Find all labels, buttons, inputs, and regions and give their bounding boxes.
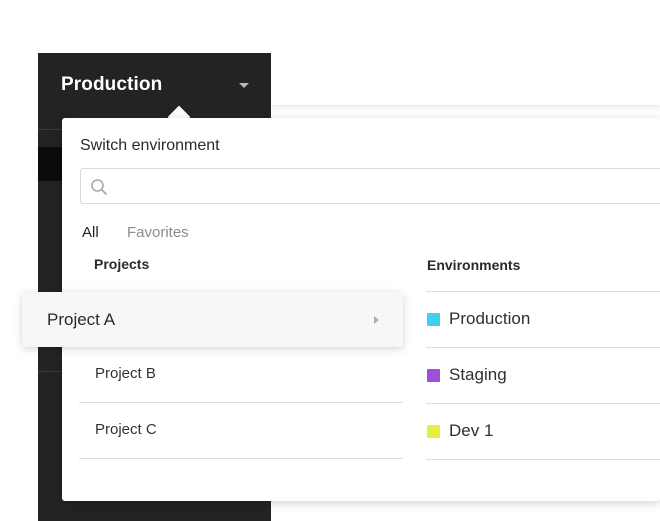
environment-row-staging[interactable]: Staging [426,349,660,401]
environment-label: Production [449,309,531,328]
environment-color-swatch [427,312,440,326]
current-environment-label: Production [61,74,163,95]
search-input[interactable] [115,169,655,203]
tab-favorites[interactable]: Favorites [127,224,189,241]
environment-label: Dev 1 [449,421,494,440]
projects-column-header: Projects [94,256,150,272]
environment-selector[interactable]: Production [38,53,271,117]
project-label: Project A [47,309,116,329]
main-topbar [271,53,660,105]
tab-all[interactable]: All [82,224,99,241]
row-divider [426,459,660,460]
search-box[interactable] [80,168,660,204]
chevron-down-icon [239,82,249,88]
environment-row-dev-1[interactable]: Dev 1 [426,405,660,457]
environment-row-production[interactable]: Production [426,293,660,345]
environment-label: Staging [449,365,507,384]
row-divider [79,458,403,459]
environments-column-header: Environments [427,257,521,273]
search-icon [91,179,107,195]
row-divider [426,403,660,404]
panel-title: Switch environment [80,137,220,154]
environment-color-swatch [427,368,440,382]
project-row-b[interactable]: Project B [79,347,403,399]
environment-color-swatch [427,424,440,438]
project-row-c[interactable]: Project C [79,403,403,455]
row-divider [426,347,660,348]
row-divider [426,291,660,292]
chevron-right-icon [374,315,379,324]
project-row-a[interactable]: Project A [22,292,403,347]
